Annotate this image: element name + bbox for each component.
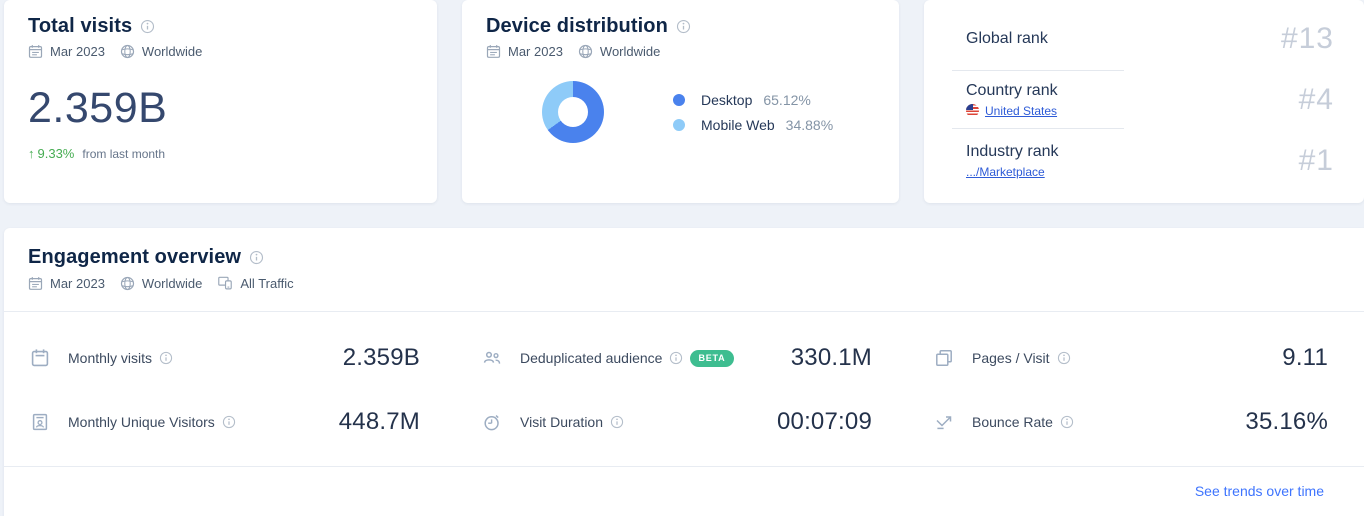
traffic-label: All Traffic [240, 275, 294, 291]
metric-label: Bounce Rate [972, 414, 1053, 430]
metric-monthly-visits: Monthly visits 2.359B [4, 326, 456, 390]
metric-label: Visit Duration [520, 414, 604, 430]
region-label: Worldwide [599, 44, 661, 59]
info-icon[interactable] [159, 351, 173, 365]
devices-icon [217, 275, 233, 291]
info-icon[interactable] [676, 19, 691, 34]
metric-value: 35.16% [1245, 408, 1328, 435]
calendar-icon [28, 276, 43, 291]
id-badge-icon [30, 412, 50, 432]
calendar-icon [486, 44, 501, 59]
total-visits-value: 2.359B [28, 84, 168, 132]
metric-value: 00:07:09 [776, 408, 872, 435]
date-label: Mar 2023 [50, 44, 105, 59]
device-distribution-card: Device distribution Mar 2023 Worldwide D… [462, 0, 899, 203]
change-suffix: from last month [82, 147, 166, 161]
industry-link[interactable]: .../Marketplace [966, 165, 1045, 179]
legend-item-desktop: Desktop 65.12% [673, 92, 833, 108]
legend-dot-desktop-icon [673, 93, 685, 106]
metric-bounce-rate: Bounce Rate 35.16% [908, 390, 1364, 454]
rank-card: Global rank #13 Country rank United Stat… [924, 0, 1364, 203]
legend-label: Desktop [701, 91, 753, 108]
calendar-icon [28, 44, 43, 59]
total-visits-title: Total visits [28, 15, 133, 37]
legend-dot-mobile-icon [673, 118, 685, 131]
info-icon[interactable] [610, 415, 624, 429]
legend-item-mobile-web: Mobile Web 34.88% [673, 117, 833, 133]
metric-monthly-unique-visitors: Monthly Unique Visitors 448.7M [4, 390, 456, 454]
metric-value: 2.359B [342, 344, 420, 371]
device-donut-chart [542, 81, 604, 143]
industry-rank-row: Industry rank .../Marketplace #1 [924, 129, 1364, 193]
pages-icon [934, 348, 954, 368]
metric-label: Deduplicated audience [520, 350, 663, 366]
metric-label: Monthly Unique Visitors [68, 414, 215, 430]
calendar-icon [30, 348, 50, 368]
metric-value: 330.1M [790, 344, 872, 371]
globe-icon [120, 44, 135, 59]
country-rank-label: Country rank [966, 81, 1058, 99]
legend-label: Mobile Web [701, 116, 775, 133]
device-distribution-title: Device distribution [486, 15, 668, 37]
global-rank-value: #13 [1280, 22, 1334, 55]
metric-label: Pages / Visit [972, 350, 1050, 366]
device-legend: Desktop 65.12% Mobile Web 34.88% [673, 92, 833, 133]
metric-pages-per-visit: Pages / Visit 9.11 [908, 326, 1364, 390]
legend-value: 34.88% [785, 116, 834, 133]
total-visits-card: Total visits Mar 2023 Worldwide 2.359B ↑… [4, 0, 437, 203]
global-rank-label: Global rank [966, 30, 1048, 47]
up-arrow-icon: ↑ [28, 146, 35, 161]
country-rank-value: #4 [1298, 82, 1334, 116]
industry-rank-label: Industry rank [966, 143, 1059, 160]
info-icon[interactable] [1057, 351, 1071, 365]
country-link[interactable]: United States [985, 104, 1057, 118]
industry-rank-value: #1 [1298, 144, 1334, 177]
metric-deduplicated-audience: Deduplicated audience BETA 330.1M [456, 326, 908, 390]
region-label: Worldwide [141, 275, 203, 291]
date-label: Mar 2023 [508, 44, 563, 59]
stopwatch-icon [482, 412, 502, 432]
date-label: Mar 2023 [50, 275, 105, 291]
engagement-title: Engagement overview [28, 246, 242, 268]
country-rank-row: Country rank United States #4 [924, 71, 1364, 128]
metric-label: Monthly visits [68, 350, 153, 366]
region-label: Worldwide [141, 44, 203, 59]
beta-badge: BETA [690, 349, 734, 367]
globe-icon [120, 276, 135, 291]
info-icon[interactable] [1060, 415, 1074, 429]
metric-visit-duration: Visit Duration 00:07:09 [456, 390, 908, 454]
top-row: Total visits Mar 2023 Worldwide 2.359B ↑… [0, 0, 1364, 203]
us-flag-icon [966, 104, 979, 117]
metric-value: 9.11 [1282, 344, 1328, 371]
globe-icon [578, 44, 593, 59]
change-percent: 9.33% [37, 146, 75, 161]
info-icon[interactable] [249, 250, 264, 265]
metric-value: 448.7M [338, 408, 420, 435]
bounce-icon [934, 412, 954, 432]
see-trends-link[interactable]: See trends over time [1195, 483, 1324, 499]
people-icon [482, 348, 502, 368]
metrics-grid: Monthly visits 2.359B Deduplicated audie… [4, 312, 1364, 454]
engagement-overview-card: Engagement overview Mar 2023 Worldwide A… [4, 228, 1364, 516]
info-icon[interactable] [140, 19, 155, 34]
legend-value: 65.12% [763, 91, 811, 108]
info-icon[interactable] [669, 351, 683, 365]
global-rank-row: Global rank #13 [924, 8, 1364, 70]
info-icon[interactable] [222, 415, 236, 429]
